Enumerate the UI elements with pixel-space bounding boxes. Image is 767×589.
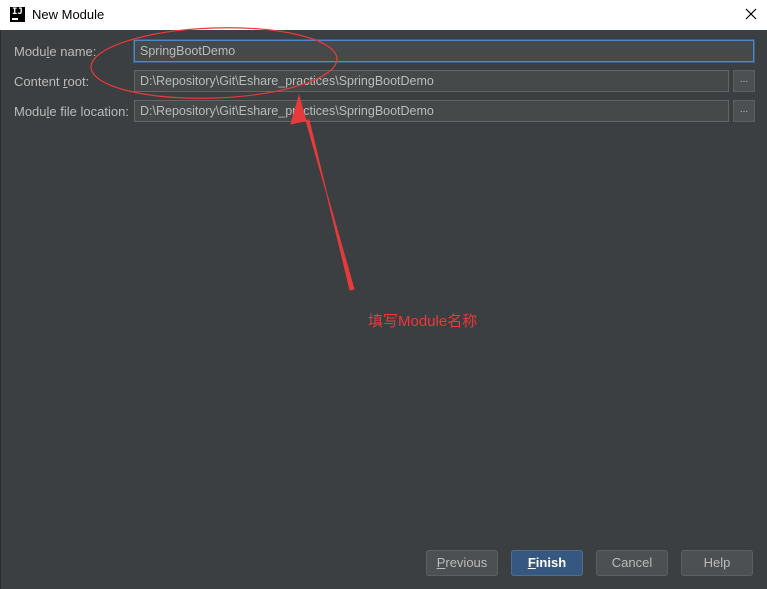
label-part: Modu <box>14 104 47 119</box>
module-file-location-label: Module file location: <box>14 104 129 119</box>
cancel-button[interactable]: Cancel <box>596 550 668 576</box>
window-title: New Module <box>32 7 105 22</box>
mnemonic-char: F <box>527 555 536 570</box>
new-module-dialog: IJ New Module Module name: SpringBootDem… <box>0 0 767 589</box>
annotation-text: 填写Module名称 <box>368 313 478 330</box>
content-root-label: Content root: <box>14 74 89 89</box>
window-edge <box>0 30 1 589</box>
button-label: inish <box>535 555 567 570</box>
app-icon-bar <box>12 18 18 20</box>
module-name-input[interactable]: SpringBootDemo <box>134 40 754 62</box>
button-label: revious <box>445 555 488 570</box>
annotation-arrow <box>290 94 355 291</box>
module-name-label: Module name: <box>14 44 96 59</box>
help-button[interactable]: Help <box>681 550 753 576</box>
label-part: Content <box>14 74 64 89</box>
title-bar: IJ New Module <box>0 0 767 30</box>
module-file-location-browse-button[interactable]: ... <box>733 100 755 122</box>
previous-button[interactable]: Previous <box>426 550 498 576</box>
label-part: e name: <box>49 44 97 59</box>
label-part: oot: <box>67 74 90 89</box>
close-icon[interactable] <box>743 6 759 22</box>
app-icon-glyph: IJ <box>12 7 23 17</box>
label-part: e file location: <box>49 104 129 119</box>
module-file-location-input[interactable]: D:\Repository\Git\Eshare_practices\Sprin… <box>134 100 729 122</box>
intellij-app-icon: IJ <box>10 7 25 22</box>
content-root-input[interactable]: D:\Repository\Git\Eshare_practices\Sprin… <box>134 70 729 92</box>
label-part: Modu <box>14 44 47 59</box>
content-root-browse-button[interactable]: ... <box>733 70 755 92</box>
finish-button[interactable]: Finish <box>511 550 583 576</box>
